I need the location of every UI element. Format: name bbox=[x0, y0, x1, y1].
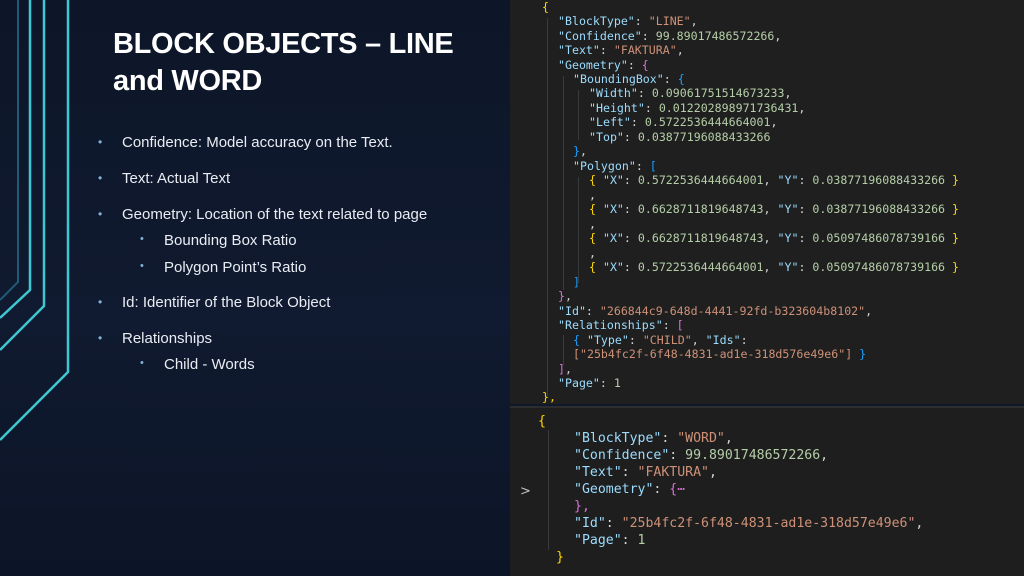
code-value: "FAKTURA" bbox=[613, 43, 677, 57]
code-key: "Geometry" bbox=[574, 482, 654, 497]
code-key: "X" bbox=[602, 231, 624, 245]
code-value: 99.89017486572266 bbox=[685, 448, 821, 463]
bullet-text: Confidence: Model accuracy on the Text. bbox=[122, 134, 393, 151]
code-value: }, bbox=[574, 499, 590, 514]
bullet-dot: • bbox=[98, 207, 103, 221]
code-key: "Id" bbox=[558, 304, 586, 318]
collapsed-geometry[interactable]: {⋯ bbox=[669, 482, 685, 497]
code-key: "X" bbox=[602, 173, 624, 187]
code-key: "Page" bbox=[574, 533, 622, 548]
bullet-text: Bounding Box Ratio bbox=[164, 232, 297, 249]
code-key: "Ids" bbox=[705, 333, 741, 347]
decorative-lines bbox=[0, 0, 70, 441]
code-key: "Text" bbox=[574, 465, 622, 480]
code-key: "Y" bbox=[777, 202, 799, 216]
code-value: 1 bbox=[637, 533, 646, 548]
code-key: "Confidence" bbox=[574, 448, 670, 463]
code-value: "266844c9-648d-4441-92fd-b323604b8102" bbox=[599, 304, 866, 318]
bullet-dot: • bbox=[98, 135, 103, 149]
code-key: "Id" bbox=[574, 516, 606, 531]
code-value: 0.09061751514673233 bbox=[651, 86, 785, 100]
bullet-text: Child - Words bbox=[164, 356, 255, 373]
bullet-dot: • bbox=[98, 295, 103, 309]
code-key: "Text" bbox=[558, 43, 600, 57]
code-key: "Relationships" bbox=[558, 318, 663, 332]
code-value: "FAKTURA" bbox=[637, 465, 709, 480]
code-open-brace: { bbox=[542, 0, 549, 14]
code-key: "Y" bbox=[777, 260, 799, 274]
word-block-code: { "BlockType": "WORD", "Confidence": 99.… bbox=[510, 406, 1024, 576]
slide: BLOCK OBJECTS – LINE and WORD • Confiden… bbox=[0, 0, 1024, 576]
code-value: 0.5722536444664001 bbox=[637, 260, 764, 274]
code-value: 0.6628711819648743 bbox=[637, 202, 764, 216]
code-key: "BlockType" bbox=[558, 14, 635, 28]
code-value: "LINE" bbox=[648, 14, 691, 28]
code-key: "X" bbox=[602, 202, 624, 216]
code-key: "Type" bbox=[586, 333, 629, 347]
slide-title: BLOCK OBJECTS – LINE and WORD bbox=[113, 26, 493, 100]
code-value: ["25b4fc2f-6f48-4831-ad1e-318d576e49e6"] bbox=[573, 347, 853, 361]
code-key: "Y" bbox=[777, 231, 799, 245]
code-key: "BlockType" bbox=[574, 431, 662, 446]
bullet-text: Id: Identifier of the Block Object bbox=[122, 294, 331, 311]
code-value: 0.03877196088433266 bbox=[812, 202, 946, 216]
bullet-dot: • bbox=[98, 171, 103, 185]
code-value: "WORD" bbox=[677, 431, 725, 446]
code-open-brace: { bbox=[538, 414, 546, 429]
bullet-text: Relationships bbox=[122, 330, 213, 347]
code-value: 0.05097486078739166 bbox=[812, 260, 946, 274]
code-key: "Y" bbox=[777, 173, 799, 187]
bullet-text: Text: Actual Text bbox=[122, 170, 231, 187]
bullet-dot: • bbox=[140, 233, 144, 245]
code-key: "Left" bbox=[589, 115, 631, 129]
code-value: 99.89017486572266 bbox=[655, 29, 775, 43]
title-line-2: and WORD bbox=[113, 65, 263, 97]
code-value: "25b4fc2f-6f48-4831-ad1e-318d57e49e6" bbox=[621, 516, 916, 531]
code-value: 0.6628711819648743 bbox=[637, 231, 764, 245]
code-key: "BoundingBox" bbox=[573, 72, 664, 86]
code-key: "Confidence" bbox=[558, 29, 642, 43]
title-line-1: BLOCK OBJECTS – LINE bbox=[113, 28, 454, 60]
code-key: "Top" bbox=[589, 130, 624, 144]
code-value: "CHILD" bbox=[642, 333, 692, 347]
bullet-text: Polygon Point’s Ratio bbox=[164, 259, 307, 276]
code-value: 0.03877196088433266 bbox=[637, 130, 771, 144]
code-close-brace: } bbox=[556, 550, 564, 565]
code-key: "Width" bbox=[589, 86, 638, 100]
code-key: "Height" bbox=[589, 101, 645, 115]
code-key: "Polygon" bbox=[573, 159, 636, 173]
bullet-dot: • bbox=[140, 260, 144, 272]
code-value: 0.05097486078739166 bbox=[812, 231, 946, 245]
code-value: 0.03877196088433266 bbox=[812, 173, 946, 187]
bullet-dot: • bbox=[98, 331, 103, 345]
code-value: 0.5722536444664001 bbox=[637, 173, 764, 187]
code-key: "Page" bbox=[558, 376, 600, 390]
line-block-code: { "BlockType": "LINE", "Confidence": 99.… bbox=[510, 0, 1024, 404]
code-value: 0.5722536444664001 bbox=[644, 115, 771, 129]
code-key: "X" bbox=[602, 260, 624, 274]
code-value: 0.012202898971736431 bbox=[658, 101, 799, 115]
code-close-brace: }, bbox=[542, 390, 556, 404]
code-key: "Geometry" bbox=[558, 58, 628, 72]
bullet-dot: • bbox=[140, 357, 144, 369]
fold-arrow-icon[interactable]: > bbox=[520, 484, 531, 499]
bullet-text: Geometry: Location of the text related t… bbox=[122, 206, 428, 223]
code-value: 1 bbox=[613, 376, 621, 390]
